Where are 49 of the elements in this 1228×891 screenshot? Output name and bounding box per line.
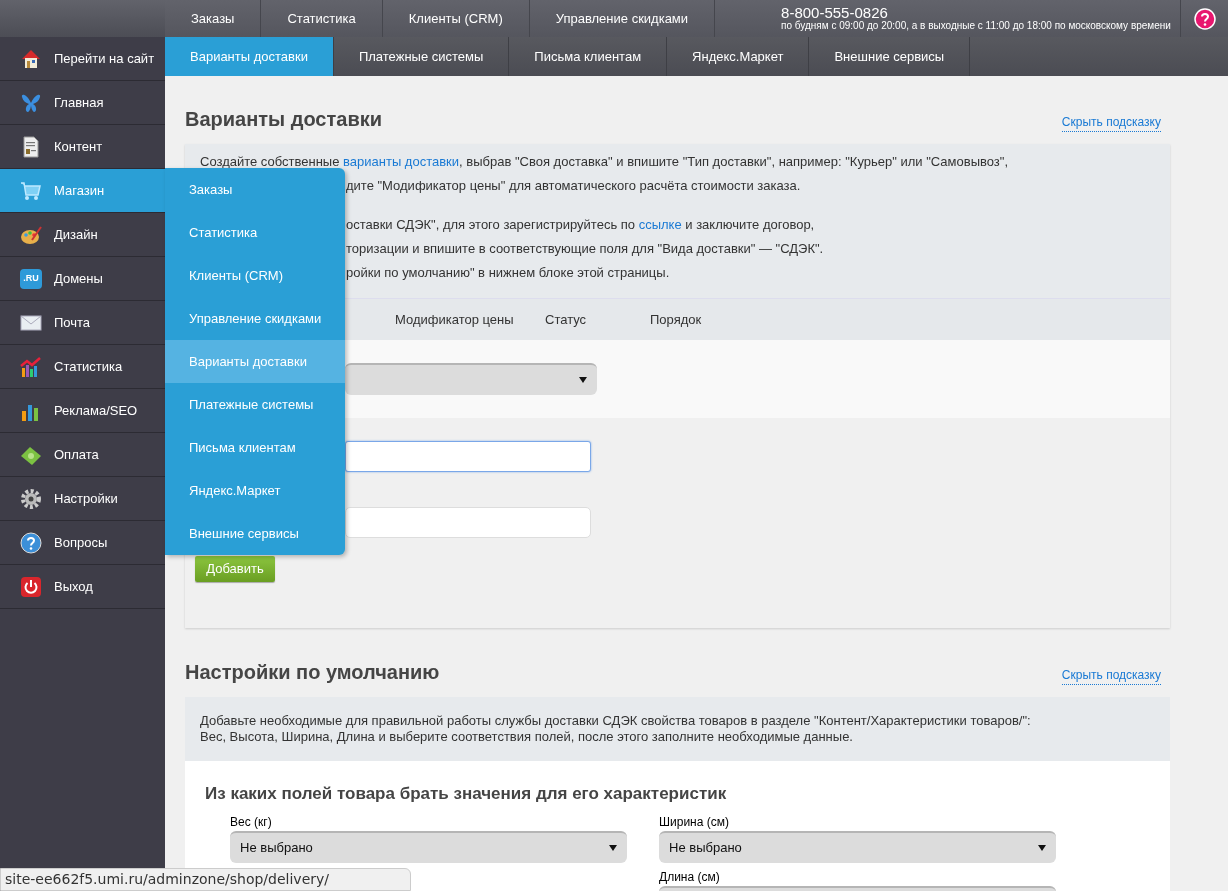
dropdown-select[interactable]: Не выбрано (659, 830, 1056, 863)
field-label: Длина (см) (659, 868, 720, 886)
section-title: Варианты доставки (185, 107, 382, 132)
hint-text: оставки СДЭК", для этого зарегистрируйтесь по ссылке и заключите договор, (346, 216, 815, 234)
hint-text: Создайте собственные варианты доставки, выбрав "Своя доставка" и впишите "Тип доставки", например: "Курьер" или "Самовывоз", (200, 153, 1008, 171)
column-header: Порядок (650, 310, 702, 329)
domain-icon: .RU (20, 268, 42, 289)
hint-link[interactable]: ссылке (638, 217, 682, 232)
sidebar-item[interactable]: Перейти на сайт (0, 37, 165, 81)
caret-icon (579, 377, 587, 383)
field-label: Вес (кг) (230, 813, 272, 831)
hint-text: дите "Модификатор цены" для автоматического расчёта стоимости заказа. (346, 177, 801, 195)
hint-link[interactable]: варианты доставки (343, 154, 460, 169)
phone-number: 8-800-555-0826 (781, 4, 889, 20)
field-label: Ширина (см) (659, 813, 729, 831)
help-icon[interactable] (1193, 7, 1216, 30)
sidebar-item[interactable]: Главная (0, 81, 165, 125)
sub-tab[interactable]: Внешние сервисы (809, 37, 971, 76)
sidebar-item[interactable]: Настройки (0, 477, 165, 521)
sidebar-item[interactable]: Выход (0, 565, 165, 609)
section-title: Настройки по умолчанию (185, 660, 440, 685)
status-bar: site-ee662f5.umi.ru/adminzone/shop/delivery/ (0, 868, 411, 891)
settings-icon (20, 487, 42, 510)
hide-hint-link[interactable]: Скрыть подсказку (1061, 113, 1161, 132)
house-icon (20, 47, 42, 70)
dropdown-select[interactable]: Не выбрано (230, 830, 627, 863)
sub-tab[interactable]: Платежные системы (333, 37, 510, 76)
sidebar-item[interactable]: .RU Домены (0, 257, 165, 301)
power-icon (20, 575, 42, 598)
sidebar-item[interactable]: Вопросы (0, 521, 165, 565)
column-header: Модификатор цены (395, 310, 515, 329)
hint-text: торизации и впишите в соответствующие поля для "Вида доставки" — "СДЭК". (346, 240, 824, 258)
hint-text: ройки по умолчанию" в нижнем блоке этой страницы. (346, 264, 670, 282)
hide-hint-link[interactable]: Скрыть подсказку (1061, 666, 1161, 685)
cart-icon (20, 179, 42, 202)
sub-tab[interactable]: Яндекс.Маркет (667, 37, 810, 76)
chart-icon (20, 355, 42, 378)
dropdown-select[interactable] (345, 363, 597, 395)
caret-icon (609, 844, 617, 851)
column-header: Статус (545, 310, 588, 329)
caret-icon (1038, 844, 1046, 851)
document-icon (20, 135, 42, 158)
fields-heading: Из каких полей товара брать значения для его характеристик (205, 783, 728, 805)
sub-tab[interactable]: Письма клиентам (509, 37, 668, 76)
input-field[interactable] (345, 441, 591, 472)
sidebar-item[interactable]: Почта (0, 301, 165, 345)
hint-text: Добавьте необходимые для правильной работы службы доставки СДЭК свойства товаров в разделе "Контент/Характеристики товаров/": Вес, Высота, Ширина, Длина и выберите соответствия полей, после этого заполните необходимые данные. (200, 713, 1032, 745)
support-hours: по будням с 09:00 до 20:00, а в выходные с 11:00 до 18:00 по московскому времени (781, 19, 1172, 33)
help-icon (20, 531, 42, 554)
